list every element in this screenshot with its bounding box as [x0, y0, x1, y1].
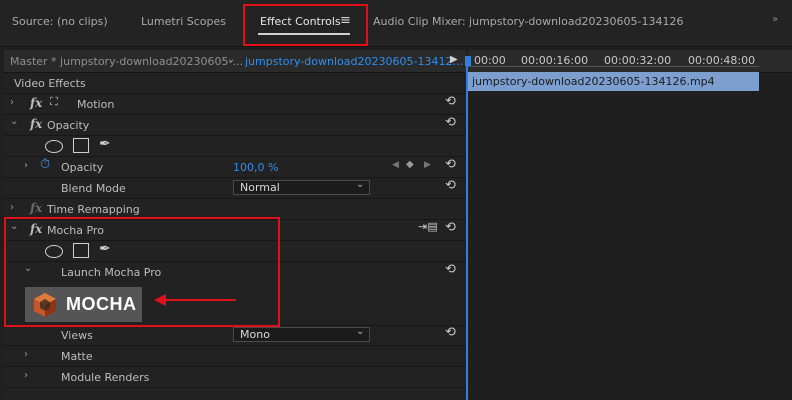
chevron-down-icon[interactable]: ⌄	[227, 54, 235, 65]
highlight-mocha-pro	[4, 217, 280, 327]
rectangle-mask-icon[interactable]	[73, 138, 89, 153]
add-keyframe-icon[interactable]: ◆	[406, 159, 414, 170]
clip-name: jumpstory-download20230605-134126.mp4	[472, 75, 715, 88]
chevron-right-icon[interactable]: ›	[24, 160, 28, 171]
tab-lumetri-scopes[interactable]: Lumetri Scopes	[141, 15, 226, 28]
playhead[interactable]	[466, 60, 468, 400]
previous-keyframe-icon[interactable]: ◀	[392, 160, 399, 170]
module-renders-label: Module Renders	[61, 371, 150, 384]
transform-icon[interactable]: ⛶	[50, 95, 58, 109]
chevron-down-icon[interactable]: ⌄	[356, 179, 364, 190]
views-label: Views	[61, 329, 93, 342]
ruler-tick-line	[468, 66, 759, 67]
tab-source[interactable]: Source: (no clips)	[12, 15, 108, 28]
chevron-right-icon[interactable]: ›	[10, 97, 14, 108]
blend-mode-value: Normal	[240, 181, 280, 194]
motion-row[interactable]	[4, 94, 466, 115]
master-clip-label[interactable]: Master * jumpstory-download20230605-...	[10, 55, 243, 68]
pen-mask-icon[interactable]: ✒	[99, 136, 111, 152]
tab-audio-clip-mixer[interactable]: Audio Clip Mixer: jumpstory-download2023…	[373, 15, 684, 28]
playhead-handle[interactable]	[465, 56, 471, 66]
highlight-effect-controls-tab	[243, 4, 368, 46]
reset-icon[interactable]: ⟲	[445, 178, 456, 193]
reset-icon[interactable]: ⟲	[445, 115, 456, 130]
export-effect-icon[interactable]: ⇥▤	[418, 220, 438, 233]
stopwatch-icon[interactable]: ⏱	[40, 157, 50, 172]
chevron-down-icon[interactable]: ⌄	[356, 326, 364, 337]
chevron-right-icon[interactable]: ›	[24, 370, 28, 381]
reset-icon[interactable]: ⟲	[445, 262, 456, 277]
reset-icon[interactable]: ⟲	[445, 325, 456, 340]
opacity-param-label: Opacity	[61, 161, 104, 174]
chevron-right-icon[interactable]: ›	[24, 349, 28, 360]
opacity-value[interactable]: 100,0 %	[233, 161, 278, 174]
ellipse-mask-icon[interactable]	[45, 140, 63, 153]
fx-icon[interactable]: fx	[30, 201, 42, 215]
views-value: Mono	[240, 328, 270, 341]
reset-icon[interactable]: ⟲	[445, 220, 456, 235]
fx-icon[interactable]: fx	[30, 96, 42, 110]
chevron-right-icon[interactable]: »	[772, 14, 778, 25]
time-remapping-label: Time Remapping	[47, 203, 140, 216]
chevron-down-icon[interactable]: ⌄	[10, 116, 18, 127]
reset-icon[interactable]: ⟲	[445, 157, 456, 172]
views-select[interactable]: Mono	[233, 327, 370, 342]
opacity-label: Opacity	[47, 119, 90, 132]
play-triangle-icon[interactable]: ▶	[450, 54, 458, 65]
sequence-clip-link[interactable]: jumpstory-download20230605-13412...	[245, 55, 463, 68]
blend-mode-select[interactable]: Normal	[233, 180, 370, 195]
reset-icon[interactable]: ⟲	[445, 94, 456, 109]
video-effects-heading: Video Effects	[14, 77, 86, 90]
next-keyframe-icon[interactable]: ▶	[424, 160, 431, 170]
matte-label: Matte	[61, 350, 93, 363]
blend-mode-label: Blend Mode	[61, 182, 126, 195]
fx-icon[interactable]: fx	[30, 117, 42, 131]
motion-label: Motion	[77, 98, 115, 111]
timeline-clip[interactable]: jumpstory-download20230605-134126.mp4	[468, 72, 759, 91]
chevron-right-icon[interactable]: ›	[10, 202, 14, 213]
